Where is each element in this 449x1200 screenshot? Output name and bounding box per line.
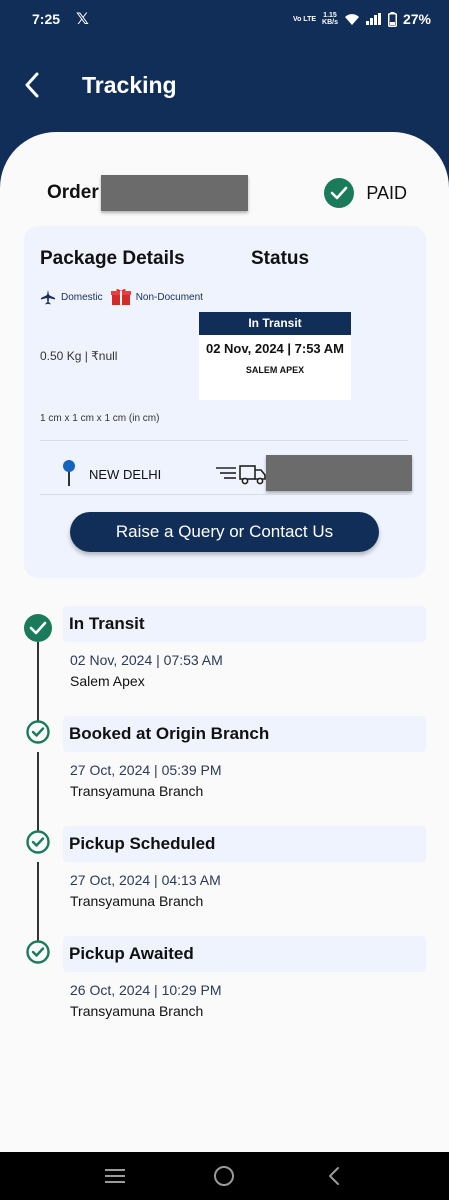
current-status-datetime: 02 Nov, 2024 | 7:53 AM — [205, 341, 345, 356]
home-button[interactable] — [204, 1156, 244, 1196]
tracking-number-redacted — [266, 455, 412, 491]
signal-icon — [365, 13, 381, 25]
order-number-redacted — [100, 175, 248, 211]
status-heading: Status — [251, 248, 310, 269]
timeline-item: Booked at Origin Branch 27 Oct, 2024 | 0… — [0, 716, 449, 826]
back-button[interactable] — [2, 55, 62, 115]
package-dimensions: 1 cm x 1 cm x 1 cm (in cm) — [40, 413, 160, 424]
timeline-title: Pickup Awaited — [63, 936, 426, 972]
volte-icon: Vo LTE — [292, 15, 317, 23]
order-label: Order — [47, 182, 99, 203]
timeline-title: Booked at Origin Branch — [63, 716, 426, 752]
status-icons: Vo LTE 1.15 KB/s 27% — [293, 11, 431, 27]
battery-icon — [387, 11, 397, 27]
timeline-date: 27 Oct, 2024 | 05:39 PM — [70, 762, 222, 778]
divider — [40, 494, 408, 495]
airplane-icon — [41, 290, 55, 305]
current-status-label: In Transit — [199, 312, 351, 335]
check-circle-outline-icon — [26, 720, 50, 744]
chip-domestic: Domestic — [61, 291, 103, 303]
check-circle-outline-icon — [26, 940, 50, 964]
wifi-icon — [344, 13, 359, 25]
timeline-title: In Transit — [63, 606, 426, 642]
circle-icon — [214, 1166, 235, 1186]
network-speed: 1.15 KB/s — [322, 12, 338, 26]
timeline-title: Pickup Scheduled — [63, 826, 426, 862]
divider — [40, 440, 408, 441]
destination-city: NEW DELHI — [89, 467, 162, 482]
payment-status: PAID — [324, 178, 407, 208]
timeline-date: 26 Oct, 2024 | 10:29 PM — [70, 982, 222, 998]
timeline-date: 02 Nov, 2024 | 07:53 AM — [70, 652, 223, 668]
location-pin-icon — [63, 460, 75, 486]
system-nav-bar — [0, 1152, 449, 1200]
recent-apps-button[interactable] — [95, 1156, 135, 1196]
check-circle-icon — [324, 178, 355, 208]
timeline-item: In Transit 02 Nov, 2024 | 07:53 AM Salem… — [0, 606, 449, 716]
route-row: NEW DELHI — [40, 453, 412, 493]
battery-percent: 27% — [402, 11, 431, 27]
check-circle-outline-icon — [26, 830, 50, 854]
app-header: Tracking — [0, 38, 449, 132]
raise-query-button[interactable]: Raise a Query or Contact Us — [70, 512, 379, 552]
paid-label: PAID — [366, 182, 407, 203]
status-bar: 7:25 𝕏 Vo LTE 1.15 KB/s 27% — [0, 0, 449, 38]
status-time: 7:25 — [32, 11, 61, 27]
package-details-heading: Package Details — [40, 248, 185, 269]
check-circle-filled-icon — [24, 614, 52, 642]
timeline-location: Transyamuna Branch — [70, 1003, 204, 1019]
order-row: Order PAID — [47, 172, 407, 214]
package-weight: 0.50 Kg | ₹null — [40, 349, 118, 363]
gift-box-icon — [110, 289, 131, 305]
system-back-button[interactable] — [314, 1156, 354, 1196]
package-card: Package Details Status Domestic Non-Docu… — [24, 226, 426, 578]
chip-non-document: Non-Document — [135, 291, 203, 303]
x-app-icon: 𝕏 — [76, 11, 89, 28]
truck-icon — [216, 465, 266, 485]
page-title: Tracking — [82, 71, 177, 98]
timeline-location: Transyamuna Branch — [70, 783, 204, 799]
timeline-date: 27 Oct, 2024 | 04:13 AM — [70, 872, 221, 888]
chevron-left-icon — [25, 72, 39, 98]
current-status-location: SALEM APEX — [245, 365, 305, 375]
package-chips: Domestic Non-Document — [40, 288, 211, 306]
menu-lines-icon — [104, 1169, 125, 1183]
timeline-location: Transyamuna Branch — [70, 893, 204, 909]
current-status-box: In Transit 02 Nov, 2024 | 7:53 AM SALEM … — [199, 312, 351, 400]
chevron-left-icon — [329, 1167, 340, 1185]
timeline-location: Salem Apex — [70, 673, 145, 689]
timeline-item: Pickup Awaited 26 Oct, 2024 | 10:29 PM T… — [0, 936, 449, 1046]
timeline-item: Pickup Scheduled 27 Oct, 2024 | 04:13 AM… — [0, 826, 449, 936]
